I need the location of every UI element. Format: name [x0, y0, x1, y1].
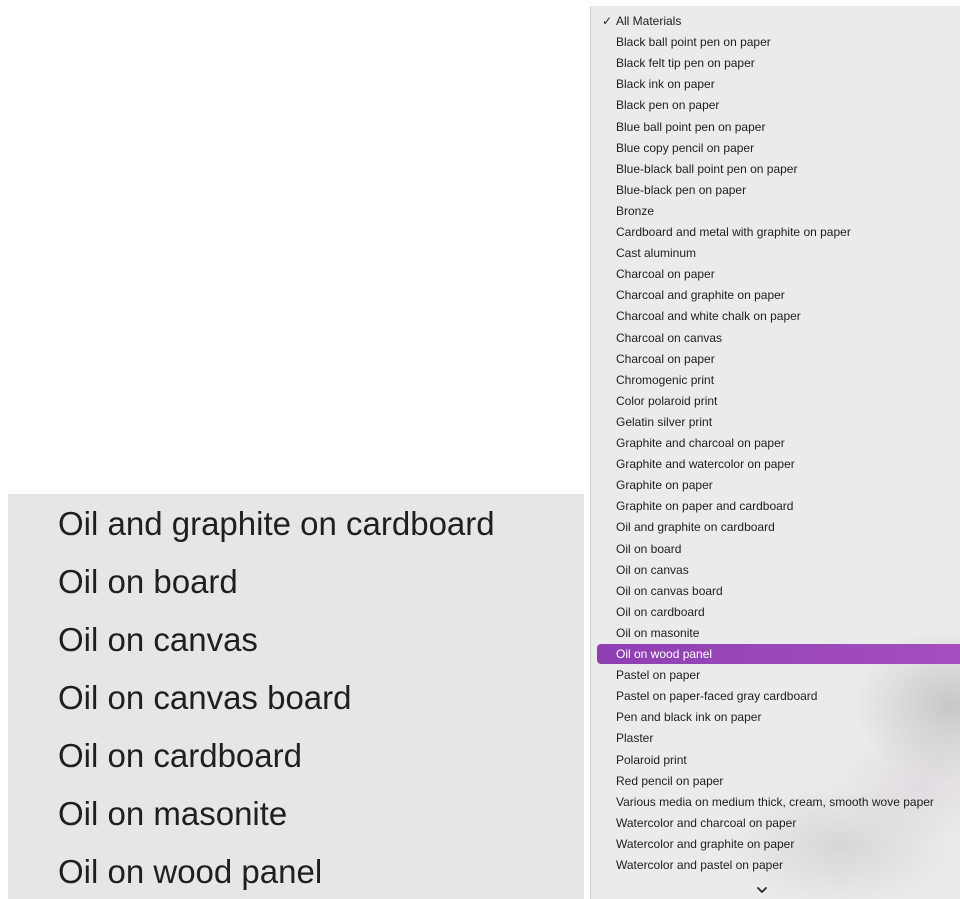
menu-item-label: Blue-black pen on paper — [616, 182, 747, 197]
checkmark-icon: ✓ — [601, 14, 613, 28]
menu-item-label: Cast aluminum — [616, 246, 697, 261]
menu-item[interactable]: Chromogenic print — [597, 370, 960, 390]
menu-item-label: Graphite and charcoal on paper — [616, 436, 785, 450]
menu-item[interactable]: Oil and graphite on cardboard — [597, 517, 960, 537]
menu-item[interactable]: Watercolor and charcoal on paper — [597, 813, 960, 833]
menu-item[interactable]: Watercolor and pastel on paper — [597, 855, 960, 875]
menu-item-label: Polaroid print — [616, 752, 687, 767]
menu-item-label: Graphite and watercolor on paper — [616, 457, 795, 472]
menu-item[interactable]: Charcoal and graphite on paper — [597, 285, 960, 305]
menu-item[interactable]: Cast aluminum — [597, 243, 960, 263]
zoomed-detail-panel: Oil and graphite on cardboard Oil on boa… — [8, 494, 584, 899]
menu-item[interactable]: Charcoal on canvas — [597, 328, 960, 348]
menu-item[interactable]: Oil on canvas board — [597, 581, 960, 601]
menu-item[interactable]: Various media on medium thick, cream, sm… — [597, 792, 960, 812]
menu-item-label: Color polaroid print — [616, 393, 718, 408]
menu-item-label: Charcoal and graphite on paper — [616, 288, 785, 303]
menu-item-label: Bronze — [616, 203, 655, 218]
menu-item-label: Charcoal on paper — [616, 351, 715, 366]
menu-item-label: Cardboard and metal with graphite on pap… — [616, 225, 851, 239]
menu-item[interactable]: Bronze — [597, 201, 960, 221]
zoom-item: Oil and graphite on cardboard — [58, 505, 495, 542]
menu-item-label: Oil on board — [616, 541, 682, 556]
menu-item[interactable]: Charcoal on paper — [597, 349, 960, 369]
menu-item[interactable]: Graphite and watercolor on paper — [597, 454, 960, 474]
menu-item[interactable]: Red pencil on paper — [597, 771, 960, 791]
zoom-item: Oil on canvas board — [58, 679, 352, 716]
menu-item[interactable]: Black pen on paper — [597, 95, 960, 115]
menu-item-label: Pen and black ink on paper — [616, 710, 762, 725]
menu-item-label: Oil on wood panel — [616, 647, 713, 661]
menu-item-label: Charcoal on paper — [616, 267, 715, 282]
menu-item-label: Charcoal and white chalk on paper — [616, 309, 801, 324]
zoom-item: Oil on wood panel — [58, 853, 323, 890]
menu-item-label: Charcoal on canvas — [616, 330, 723, 345]
menu-item-label: Oil on canvas board — [616, 583, 723, 598]
menu-item-label: Oil on canvas — [616, 562, 689, 577]
menu-item-label: Pastel on paper — [616, 668, 701, 683]
zoom-item: Oil on canvas — [58, 621, 258, 658]
menu-item[interactable]: Pastel on paper — [597, 665, 960, 685]
menu-item-label: Red pencil on paper — [616, 773, 724, 788]
menu-item[interactable]: Oil on canvas — [597, 560, 960, 580]
menu-item[interactable]: Cardboard and metal with graphite on pap… — [597, 222, 960, 242]
menu-item-label: Graphite on paper — [616, 478, 713, 493]
menu-item[interactable]: Oil on board — [597, 539, 960, 559]
menu-item[interactable]: Black ink on paper — [597, 74, 960, 94]
menu-item-label: Watercolor and pastel on paper — [616, 858, 783, 872]
menu-item-label: Watercolor and charcoal on paper — [616, 815, 797, 830]
menu-item[interactable]: Watercolor and graphite on paper — [597, 834, 960, 854]
menu-item-label: Various media on medium thick, cream, sm… — [616, 794, 934, 809]
menu-item[interactable]: Polaroid print — [597, 750, 960, 770]
chevron-down-icon[interactable] — [755, 884, 769, 896]
menu-item[interactable]: Oil on masonite — [597, 623, 960, 643]
menu-item[interactable]: Graphite on paper and cardboard — [597, 496, 960, 516]
menu-item[interactable]: Pen and black ink on paper — [597, 707, 960, 727]
menu-item-label: Blue-black ball point pen on paper — [616, 161, 798, 176]
menu-item-label: Black ball point pen on paper — [616, 35, 771, 50]
menu-item-label: Black felt tip pen on paper — [616, 56, 755, 71]
menu-item[interactable]: Charcoal on paper — [597, 264, 960, 284]
menu-item-label: Watercolor and graphite on paper — [616, 836, 795, 851]
menu-item[interactable]: Gelatin silver print — [597, 412, 960, 432]
menu-item-label: Blue ball point pen on paper — [616, 119, 766, 134]
menu-item[interactable]: Oil on cardboard — [597, 602, 960, 622]
zoom-item: Oil on masonite — [58, 795, 288, 832]
menu-item-label: Blue copy pencil on paper — [616, 140, 755, 155]
menu-item[interactable]: Plaster — [597, 728, 960, 748]
menu-item[interactable]: Charcoal and white chalk on paper — [597, 306, 960, 326]
menu-item-label: Pastel on paper-faced gray cardboard — [616, 689, 818, 704]
menu-item-all-materials[interactable]: ✓ All Materials — [597, 11, 960, 31]
menu-item[interactable]: Blue ball point pen on paper — [597, 117, 960, 137]
menu-item-label: Black pen on paper — [616, 98, 720, 113]
menu-item[interactable]: Color polaroid print — [597, 391, 960, 411]
menu-item-label: Chromogenic print — [616, 372, 715, 387]
menu-item[interactable]: Blue copy pencil on paper — [597, 138, 960, 158]
menu-item-label: Oil on cardboard — [616, 604, 705, 619]
menu-item[interactable]: Graphite and charcoal on paper — [597, 433, 960, 453]
menu-item-label: Plaster — [616, 731, 654, 746]
menu-item[interactable]: Oil on wood panel — [597, 644, 960, 664]
menu-item[interactable]: Blue-black ball point pen on paper — [597, 159, 960, 179]
zoom-item: Oil on board — [58, 563, 238, 600]
menu-item[interactable]: Black ball point pen on paper — [597, 32, 960, 52]
menu-item[interactable]: Blue-black pen on paper — [597, 180, 960, 200]
menu-item[interactable]: Black felt tip pen on paper — [597, 53, 960, 73]
menu-item-label: Black ink on paper — [616, 77, 715, 92]
menu-item-label: Gelatin silver print — [616, 414, 713, 429]
zoom-item: Oil on cardboard — [58, 737, 302, 774]
menu-item[interactable]: Graphite on paper — [597, 475, 960, 495]
menu-item-label: All Materials — [616, 14, 682, 28]
menu-item-label: Oil and graphite on cardboard — [616, 520, 775, 535]
menu-item[interactable]: Pastel on paper-faced gray cardboard — [597, 686, 960, 706]
materials-dropdown-menu: ✓ All Materials Black ball point pen on pa… — [590, 6, 960, 899]
menu-item-label: Oil on masonite — [616, 625, 700, 640]
menu-item-label: Graphite on paper and cardboard — [616, 499, 794, 514]
